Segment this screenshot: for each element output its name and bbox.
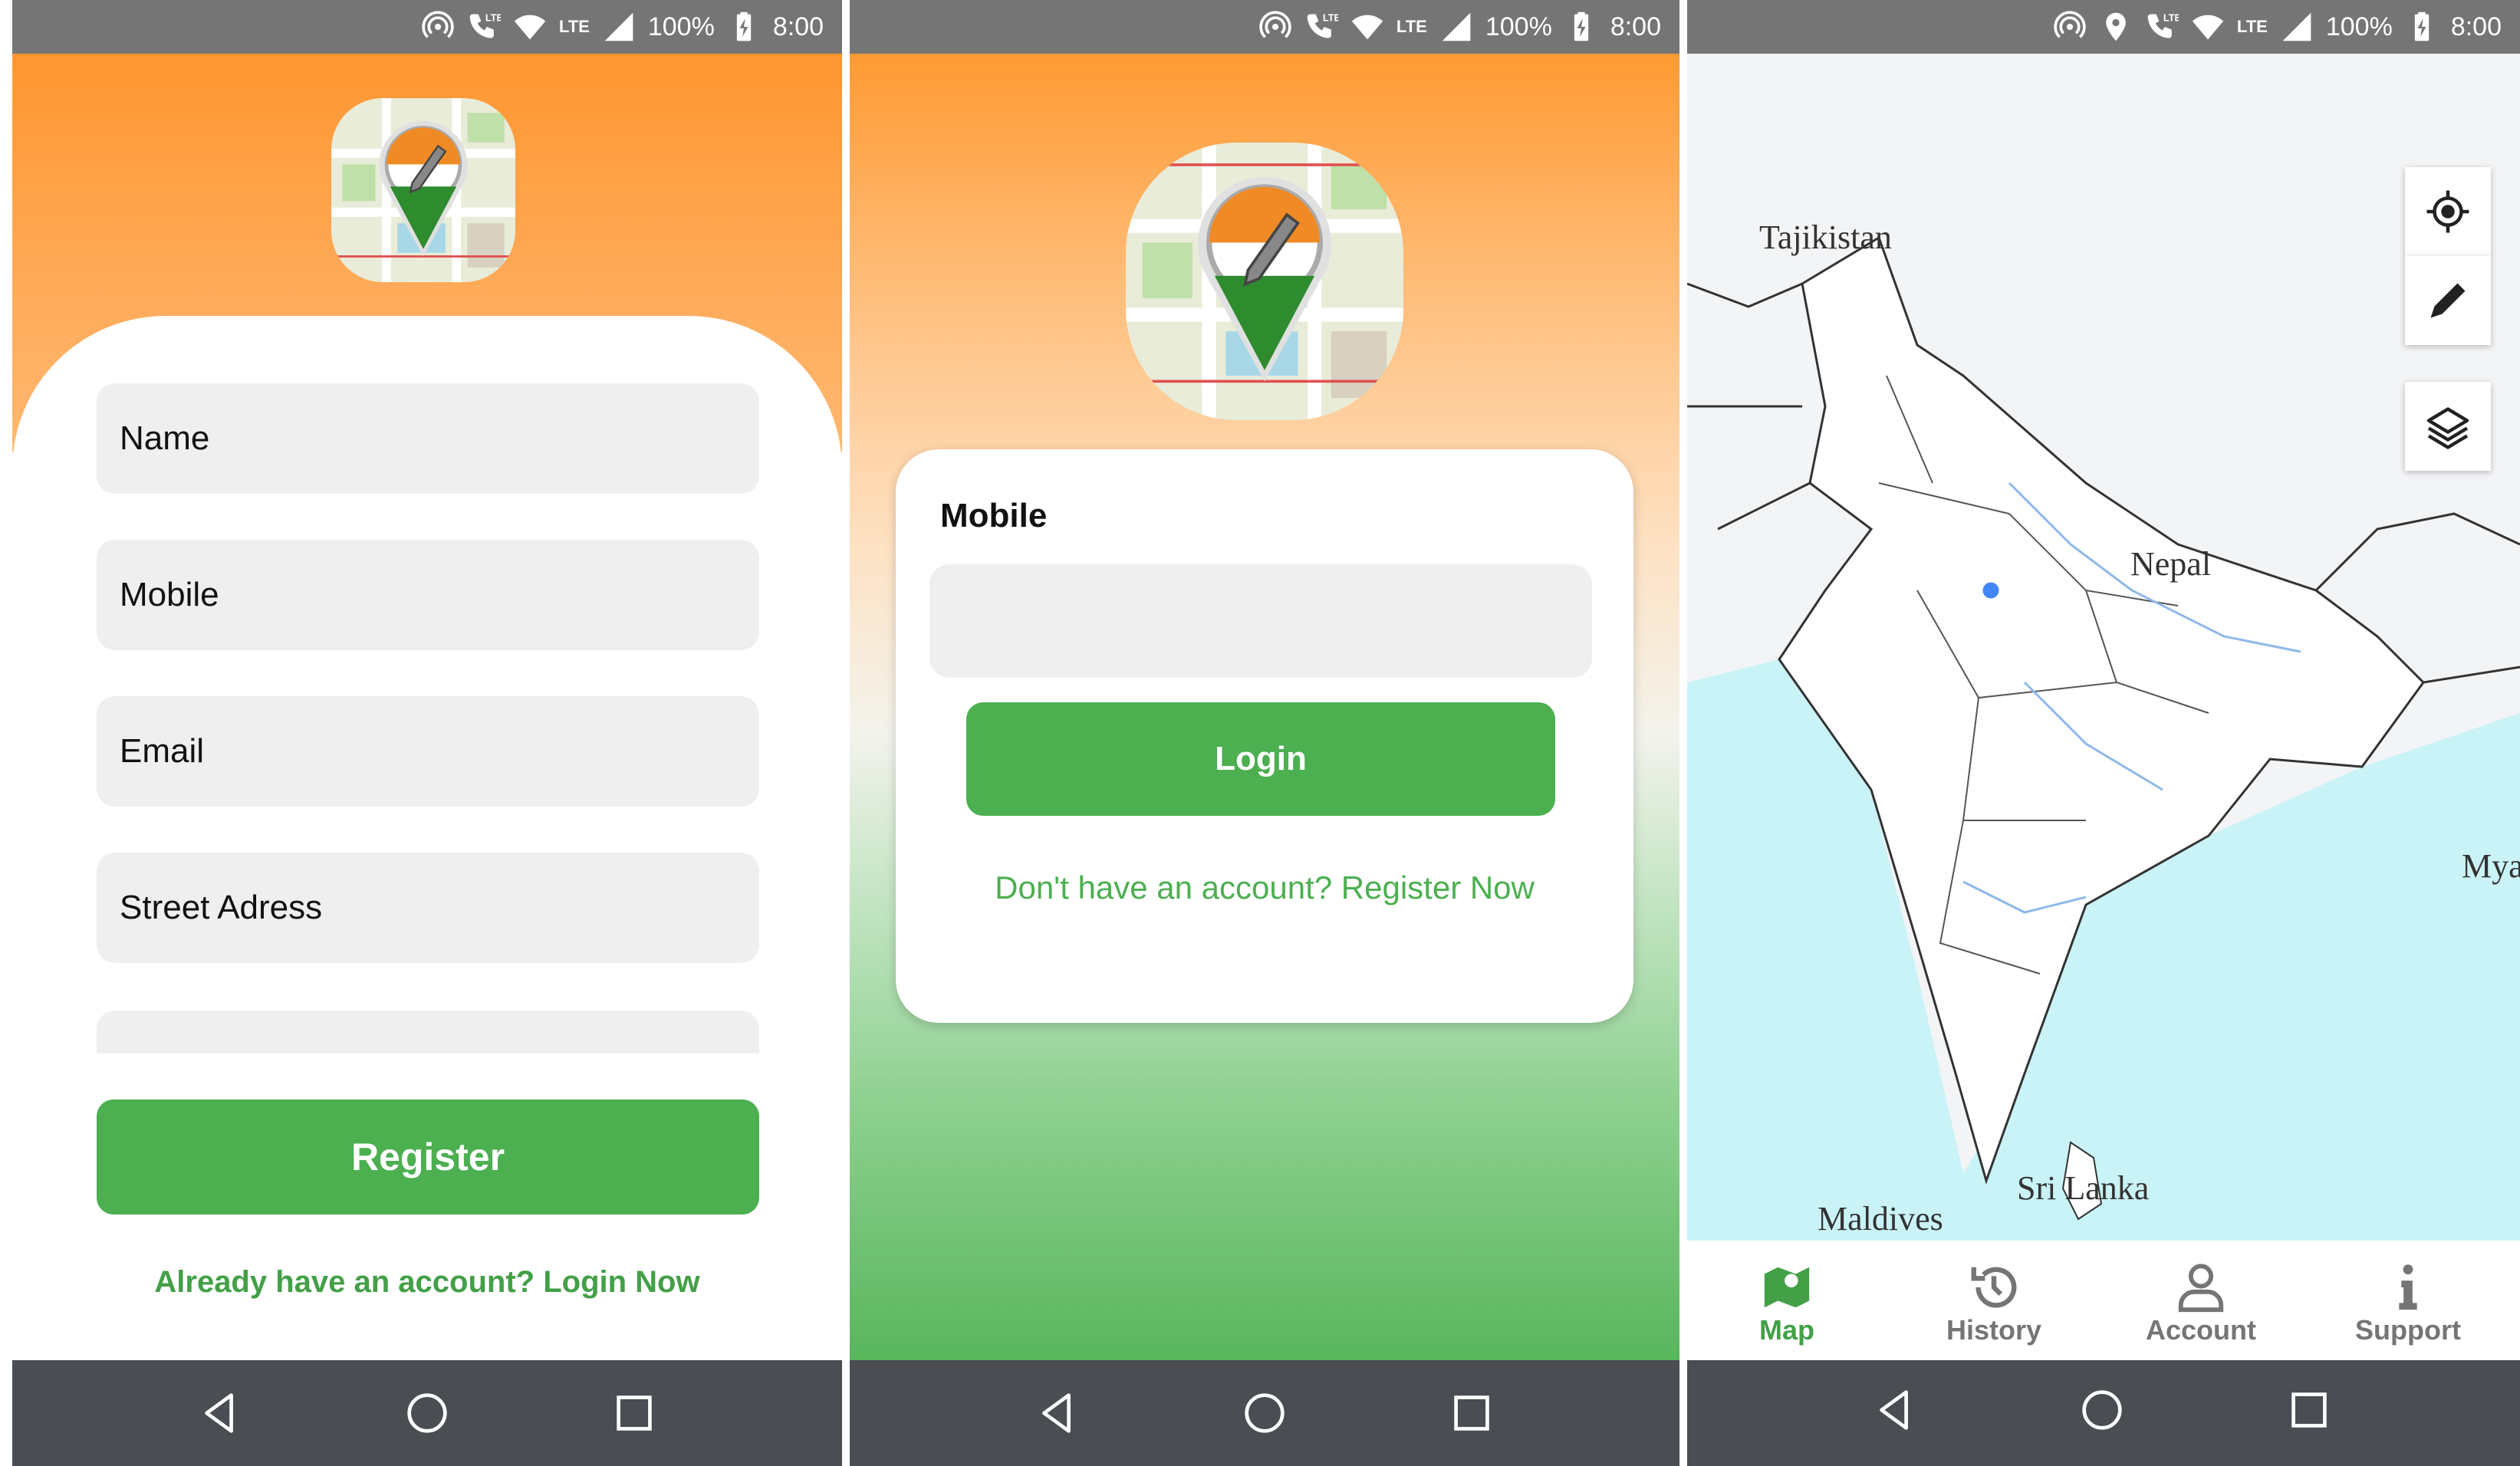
login-button[interactable]: Login bbox=[966, 702, 1555, 816]
street-address-placeholder: Street Adress bbox=[120, 889, 323, 926]
email-placeholder: Email bbox=[120, 732, 205, 770]
battery-percent: 100% bbox=[2325, 12, 2393, 41]
current-location-dot bbox=[1980, 580, 2002, 601]
app-logo bbox=[331, 98, 515, 282]
login-screen: LTE LTE 100% 8:00 Mobile Login Don't hav… bbox=[850, 0, 1679, 1466]
home-icon[interactable] bbox=[400, 1386, 454, 1440]
bottom-tab-bar: Map History Account Support bbox=[1687, 1241, 2520, 1360]
battery-charging-icon bbox=[736, 12, 751, 41]
signal-icon bbox=[604, 12, 633, 41]
hotspot-icon bbox=[2054, 11, 2086, 38]
hotspot-icon bbox=[1259, 11, 1291, 38]
back-icon[interactable] bbox=[1031, 1386, 1084, 1440]
mobile-label: Mobile bbox=[940, 497, 1048, 534]
email-field[interactable]: Email bbox=[97, 696, 759, 807]
my-location-icon bbox=[2426, 190, 2469, 233]
signal-icon bbox=[1442, 12, 1471, 41]
label-maldives: Maldives bbox=[1818, 1200, 1943, 1238]
mobile-field[interactable]: Mobile bbox=[97, 540, 759, 650]
wifi-icon bbox=[2192, 15, 2224, 40]
mobile-placeholder: Mobile bbox=[120, 576, 219, 613]
tab-map-label: Map bbox=[1759, 1314, 1814, 1346]
account-icon bbox=[2178, 1264, 2224, 1313]
call-lte-icon: LTE bbox=[1307, 12, 1338, 38]
system-nav-bar bbox=[1687, 1360, 2520, 1466]
draw-button[interactable] bbox=[2405, 256, 2491, 345]
label-sri-lanka: Sri Lanka bbox=[2017, 1169, 2150, 1207]
tab-history[interactable]: History bbox=[1894, 1241, 2094, 1360]
back-icon[interactable] bbox=[1868, 1383, 1922, 1437]
recents-icon[interactable] bbox=[607, 1386, 661, 1440]
map-screen: LTE LTE 100% 8:00 Tajikistan Nep bbox=[1687, 0, 2520, 1466]
next-field-partial[interactable] bbox=[97, 1011, 759, 1053]
tab-support-label: Support bbox=[2355, 1314, 2461, 1346]
info-icon bbox=[2399, 1264, 2417, 1310]
status-bar: LTE LTE 100% 8:00 bbox=[850, 0, 1679, 54]
history-icon bbox=[1971, 1267, 2017, 1308]
home-icon[interactable] bbox=[1238, 1386, 1291, 1440]
system-nav-bar bbox=[850, 1360, 1679, 1466]
app-logo bbox=[1126, 143, 1403, 420]
signal-icon bbox=[2282, 12, 2311, 41]
layers-icon bbox=[2426, 407, 2469, 449]
tab-account[interactable]: Account bbox=[2101, 1241, 2301, 1360]
name-field[interactable]: Name bbox=[97, 383, 759, 494]
tab-history-label: History bbox=[1946, 1314, 2042, 1346]
recents-icon[interactable] bbox=[2282, 1383, 2336, 1437]
call-lte-icon: LTE bbox=[2147, 12, 2179, 38]
battery-percent: 100% bbox=[1485, 12, 1552, 41]
name-placeholder: Name bbox=[120, 419, 210, 457]
battery-percent: 100% bbox=[647, 12, 715, 41]
status-bar: LTE LTE 100% 8:00 bbox=[1687, 0, 2520, 54]
label-nepal: Nepal bbox=[2130, 545, 2212, 583]
call-lte-icon: LTE bbox=[469, 12, 501, 38]
register-screen: LTE LTE 100% 8:00 Name Mobile Email Stre… bbox=[12, 0, 842, 1466]
register-button[interactable]: Register bbox=[97, 1100, 759, 1215]
clock: 8:00 bbox=[2450, 12, 2502, 41]
status-bar: LTE LTE 100% 8:00 bbox=[12, 0, 842, 54]
clock: 8:00 bbox=[772, 12, 824, 41]
location-status-icon bbox=[2106, 12, 2126, 41]
tab-map[interactable]: Map bbox=[1687, 1241, 1887, 1360]
recents-icon[interactable] bbox=[1445, 1386, 1499, 1440]
street-address-field[interactable]: Street Adress bbox=[97, 853, 759, 963]
system-nav-bar bbox=[12, 1360, 842, 1466]
register-link[interactable]: Don't have an account? Register Now bbox=[896, 869, 1633, 906]
svg-text:LTE: LTE bbox=[2163, 12, 2179, 24]
back-icon[interactable] bbox=[193, 1386, 247, 1440]
label-tajikistan: Tajikistan bbox=[1759, 219, 1892, 256]
clock: 8:00 bbox=[1610, 12, 1661, 41]
label-myanmar: Mya bbox=[2462, 847, 2520, 885]
hotspot-icon bbox=[422, 11, 454, 38]
tab-account-label: Account bbox=[2146, 1314, 2256, 1346]
pencil-icon bbox=[2430, 283, 2466, 318]
map-view[interactable]: Tajikistan Nepal Mya Sri Lanka Maldives bbox=[1687, 54, 2520, 1241]
layers-button[interactable] bbox=[2405, 382, 2491, 471]
network-type: LTE bbox=[2236, 17, 2268, 36]
wifi-icon bbox=[514, 15, 546, 40]
mobile-input[interactable] bbox=[929, 564, 1592, 678]
network-type: LTE bbox=[558, 17, 590, 36]
map-icon bbox=[1764, 1267, 1810, 1308]
network-type: LTE bbox=[1396, 17, 1427, 36]
svg-text:LTE: LTE bbox=[1323, 12, 1338, 24]
home-icon[interactable] bbox=[2075, 1383, 2129, 1437]
svg-text:LTE: LTE bbox=[485, 12, 501, 24]
wifi-icon bbox=[1351, 15, 1383, 40]
my-location-button[interactable] bbox=[2405, 167, 2491, 256]
tab-support[interactable]: Support bbox=[2308, 1241, 2508, 1360]
login-link[interactable]: Already have an account? Login Now bbox=[12, 1265, 842, 1300]
battery-charging-icon bbox=[1574, 12, 1588, 41]
battery-charging-icon bbox=[2414, 12, 2429, 41]
